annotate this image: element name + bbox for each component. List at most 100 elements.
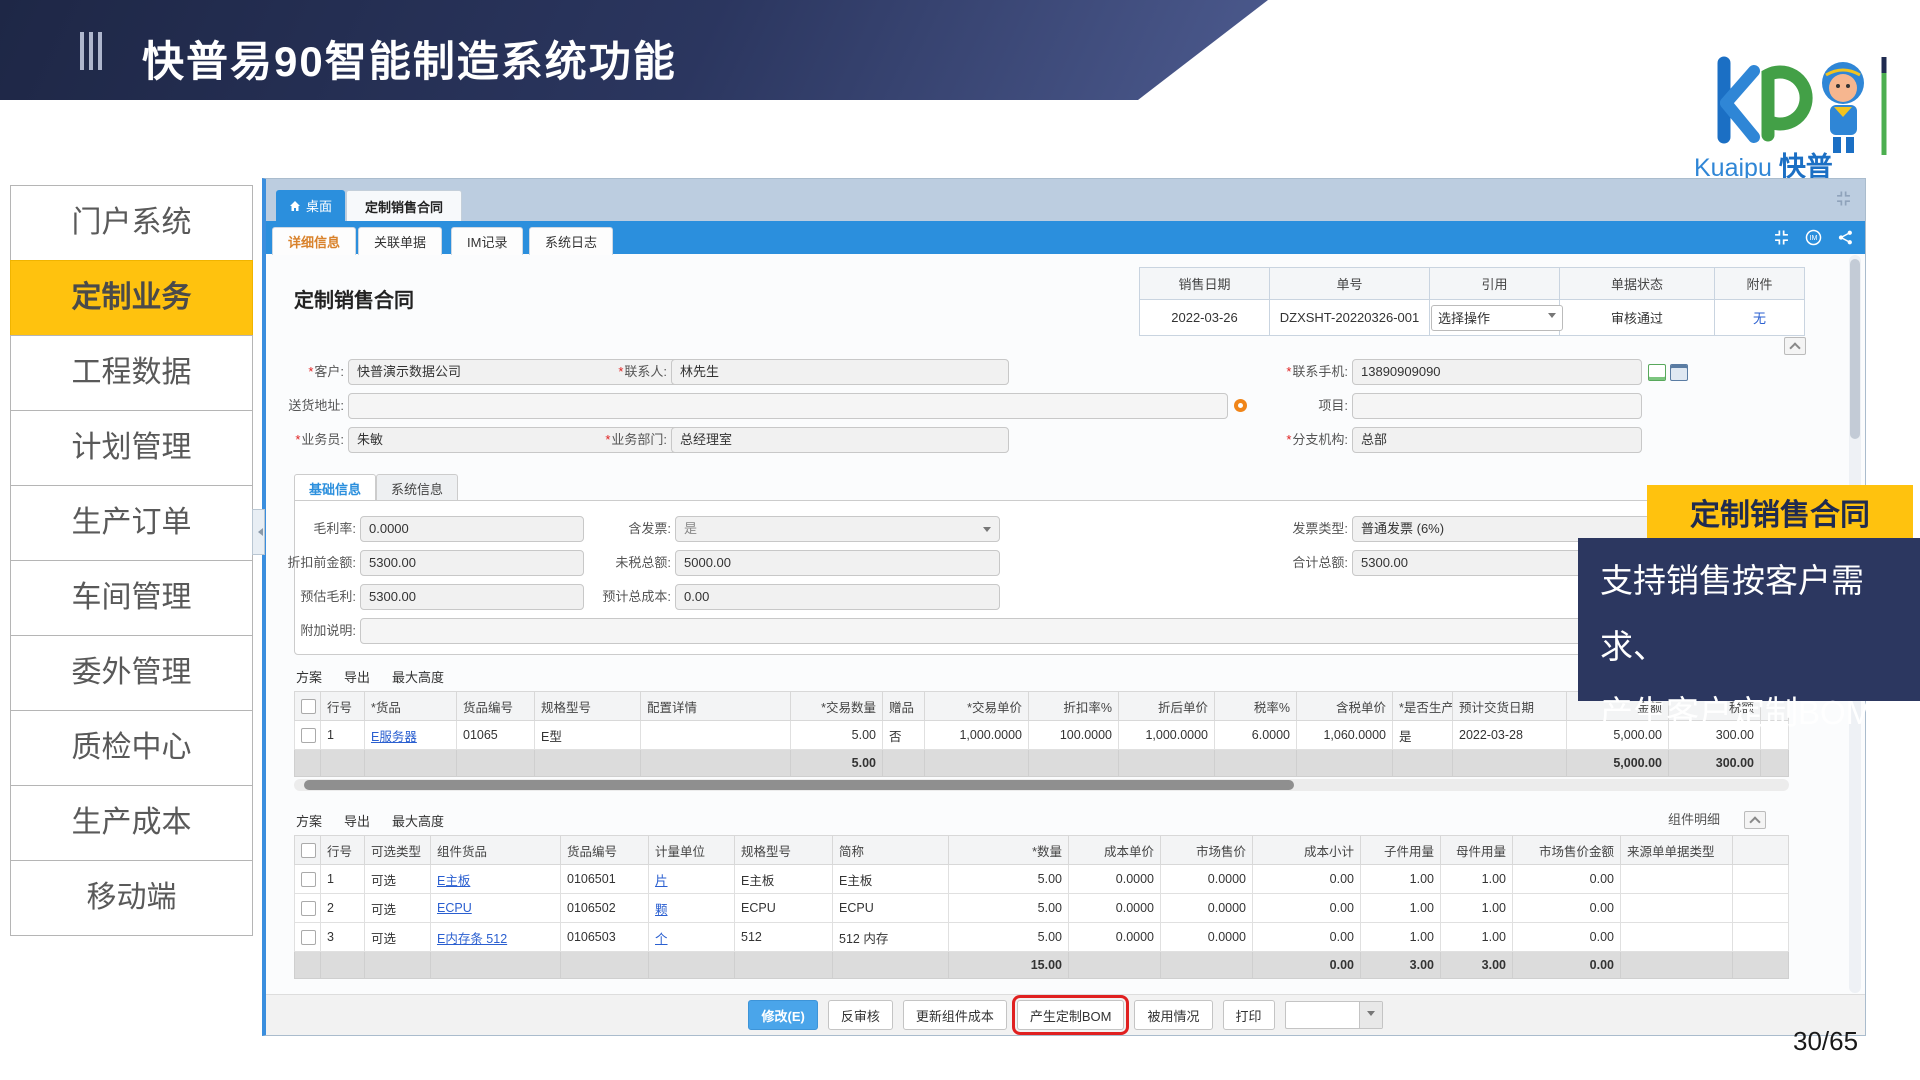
select-all-checkbox[interactable] [301, 843, 316, 858]
sidebar-item-production-cost[interactable]: 生产成本 [10, 785, 253, 861]
salesman-label: 业务员: [266, 427, 344, 453]
sidebar-item-plan-management[interactable]: 计划管理 [10, 410, 253, 486]
toolbar-max-height-link[interactable]: 最大高度 [392, 667, 444, 686]
tab-basic-info[interactable]: 基础信息 [294, 474, 376, 501]
toolbar-plan-link[interactable]: 方案 [296, 811, 322, 830]
sidebar-item-engineering-data[interactable]: 工程数据 [10, 335, 253, 411]
est-gross-profit-field[interactable]: 5300.00 [360, 584, 584, 610]
col-doc-status: 单据状态 [1560, 268, 1715, 300]
t1-col-qty: *交易数量 [791, 692, 883, 721]
sidebar-item-custom-business[interactable]: 定制业务 [10, 260, 253, 336]
attachment-link[interactable]: 无 [1715, 300, 1805, 336]
sidebar-item-workshop-management[interactable]: 车间管理 [10, 560, 253, 636]
invoice-type-label: 发票类型: [1264, 516, 1348, 542]
est-gross-profit-label: 预估毛利: [266, 584, 356, 610]
has-invoice-select[interactable]: 是 [675, 516, 1000, 542]
unapprove-button[interactable]: 反审核 [828, 1000, 893, 1030]
untaxed-total-field[interactable]: 5000.00 [675, 550, 1000, 576]
sidebar-collapse-handle[interactable] [252, 509, 265, 555]
t2-col-unit: 计量单位 [649, 836, 735, 865]
scrollbar-thumb[interactable] [1850, 259, 1860, 439]
notes-field[interactable] [360, 618, 1707, 644]
update-component-cost-button[interactable]: 更新组件成本 [903, 1000, 1007, 1030]
t1-col-price: *交易单价 [925, 692, 1029, 721]
map-pin-icon[interactable] [1234, 399, 1247, 412]
tab-im-records[interactable]: IM记录 [451, 227, 523, 255]
sidebar-item-quality-center[interactable]: 质检中心 [10, 710, 253, 786]
total-qty: 5.00 [791, 750, 883, 777]
chevron-down-icon [1548, 313, 1556, 322]
callout-line-1: 支持销售按客户需求、 [1600, 548, 1920, 680]
page-number: 30/65 [1793, 1026, 1858, 1057]
t1-col-tax-rate: 税率% [1215, 692, 1297, 721]
amount-before-discount-field[interactable]: 5300.00 [360, 550, 584, 576]
address-field[interactable] [348, 393, 1228, 419]
item-link[interactable]: E服务器 [365, 721, 457, 750]
unit-link[interactable]: 个 [649, 923, 735, 952]
more-actions-select[interactable] [1285, 1001, 1383, 1029]
component-link[interactable]: ECPU [431, 894, 561, 923]
detail-bar-icons: IM [1774, 229, 1853, 246]
department-field[interactable]: 总经理室 [671, 427, 1009, 453]
modify-button[interactable]: 修改(E) [748, 1000, 817, 1030]
amount-before-discount-label: 折扣前金额: [266, 550, 356, 576]
total-tax: 300.00 [1669, 750, 1761, 777]
toolbar-max-height-link[interactable]: 最大高度 [392, 811, 444, 830]
gross-margin-field[interactable]: 0.0000 [360, 516, 584, 542]
scrollbar-thumb[interactable] [304, 780, 1294, 790]
total-market-amount: 0.00 [1513, 952, 1621, 979]
notes-label: 附加说明: [266, 618, 356, 644]
table2-total-row: 15.00 0.00 3.00 3.00 0.00 [295, 952, 1789, 979]
contact-card-icon[interactable] [1648, 364, 1666, 381]
print-button[interactable]: 打印 [1223, 1000, 1275, 1030]
tab-system-info[interactable]: 系统信息 [376, 474, 458, 501]
table1-hscrollbar[interactable] [294, 779, 1789, 791]
reference-action-select[interactable]: 选择操作 [1431, 305, 1563, 331]
collapse-header-button[interactable] [1784, 337, 1806, 355]
project-field[interactable] [1352, 393, 1642, 419]
im-icon[interactable]: IM [1805, 229, 1822, 246]
t2-col-parent-usage: 母件用量 [1441, 836, 1513, 865]
sidebar-item-mobile[interactable]: 移动端 [10, 860, 253, 936]
generate-custom-bom-button[interactable]: 产生定制BOM [1017, 1000, 1125, 1030]
component-link[interactable]: E内存条 512 [431, 923, 561, 952]
device-sync-icon[interactable] [1670, 364, 1688, 381]
callout-line-2: 产生客户定制BOM [1600, 680, 1920, 746]
t1-col-item-no: 货品编号 [457, 692, 535, 721]
share-icon[interactable] [1838, 230, 1853, 245]
tab-system-log[interactable]: 系统日志 [529, 227, 613, 255]
kuaipu-logo: Kuaipu 快普 [1688, 45, 1913, 177]
sidebar-item-outsourcing-management[interactable]: 委外管理 [10, 635, 253, 711]
unit-link[interactable]: 颗 [649, 894, 735, 923]
phone-field[interactable]: 13890909090 [1352, 359, 1642, 385]
usage-button[interactable]: 被用情况 [1134, 1000, 1212, 1030]
collapse-window-icon[interactable] [1836, 191, 1851, 211]
tab-related-docs[interactable]: 关联单据 [358, 227, 442, 255]
doc-status-value: 审核通过 [1560, 300, 1715, 336]
detail-tab-bar: 详细信息 关联单据 IM记录 系统日志 IM [266, 221, 1865, 254]
contact-field[interactable]: 林先生 [671, 359, 1009, 385]
collapse-panel-icon[interactable] [1774, 230, 1789, 245]
sale-date-value: 2022-03-26 [1140, 300, 1270, 336]
collapse-component-button[interactable] [1744, 811, 1766, 829]
toolbar-export-link[interactable]: 导出 [344, 667, 370, 686]
row-checkbox[interactable] [301, 728, 316, 743]
tab-desktop[interactable]: 桌面 [276, 190, 345, 221]
row-checkbox[interactable] [301, 930, 316, 945]
toolbar-export-link[interactable]: 导出 [344, 811, 370, 830]
select-all-checkbox[interactable] [301, 699, 316, 714]
toolbar-plan-link[interactable]: 方案 [296, 667, 322, 686]
component-link[interactable]: E主板 [431, 865, 561, 894]
customer-label: 客户: [266, 359, 344, 385]
tab-contract[interactable]: 定制销售合同 [346, 190, 462, 221]
tab-detail-info[interactable]: 详细信息 [272, 227, 356, 255]
unit-link[interactable]: 片 [649, 865, 735, 894]
branch-field[interactable]: 总部 [1352, 427, 1642, 453]
row-checkbox[interactable] [301, 901, 316, 916]
sidebar-item-production-orders[interactable]: 生产订单 [10, 485, 253, 561]
untaxed-total-label: 未税总额: [581, 550, 671, 576]
est-total-cost-field[interactable]: 0.00 [675, 584, 1000, 610]
sidebar-item-portal[interactable]: 门户系统 [10, 185, 253, 261]
est-total-cost-label: 预计总成本: [581, 584, 671, 610]
row-checkbox[interactable] [301, 872, 316, 887]
